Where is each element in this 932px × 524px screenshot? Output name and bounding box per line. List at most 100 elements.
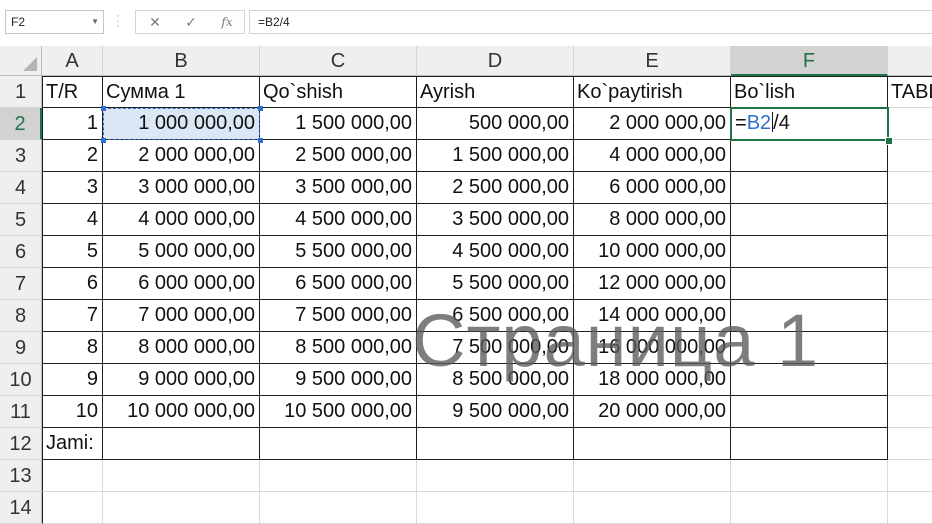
row-header-12[interactable]: 12 xyxy=(0,428,42,460)
cell-g13[interactable] xyxy=(888,460,932,492)
cell-d5[interactable]: 3 500 000,00 xyxy=(417,204,574,236)
cell-f6[interactable] xyxy=(731,236,888,268)
cell-a4[interactable]: 3 xyxy=(42,172,103,204)
cell-d4[interactable]: 2 500 000,00 xyxy=(417,172,574,204)
cell-e1[interactable]: Ko`paytirish xyxy=(574,76,731,108)
fx-icon[interactable]: fx xyxy=(212,11,242,33)
reference-handle[interactable] xyxy=(101,106,106,111)
cell-d8[interactable]: 6 500 000,00 xyxy=(417,300,574,332)
cell-b7[interactable]: 6 000 000,00 xyxy=(103,268,260,300)
cell-f12[interactable] xyxy=(731,428,888,460)
row-header-2[interactable]: 2 xyxy=(0,108,42,140)
cell-a3[interactable]: 2 xyxy=(42,140,103,172)
cell-g8[interactable] xyxy=(888,300,932,332)
column-header-c[interactable]: C xyxy=(260,46,417,76)
cell-g4[interactable] xyxy=(888,172,932,204)
cell-a13[interactable] xyxy=(42,460,103,492)
cell-d13[interactable] xyxy=(417,460,574,492)
cell-f5[interactable] xyxy=(731,204,888,236)
cell-g5[interactable] xyxy=(888,204,932,236)
chevron-down-icon[interactable]: ▼ xyxy=(91,11,99,33)
column-header-f[interactable]: F xyxy=(731,46,888,76)
cell-e11[interactable]: 20 000 000,00 xyxy=(574,396,731,428)
cell-f11[interactable] xyxy=(731,396,888,428)
cell-d2[interactable]: 500 000,00 xyxy=(417,108,574,140)
cell-d14[interactable] xyxy=(417,492,574,524)
column-header-e[interactable]: E xyxy=(574,46,731,76)
row-header-5[interactable]: 5 xyxy=(0,204,42,236)
reference-handle[interactable] xyxy=(258,106,263,111)
cell-b11[interactable]: 10 000 000,00 xyxy=(103,396,260,428)
row-header-14[interactable]: 14 xyxy=(0,492,42,524)
cell-g10[interactable] xyxy=(888,364,932,396)
cell-d12[interactable] xyxy=(417,428,574,460)
cell-f8[interactable] xyxy=(731,300,888,332)
cell-d10[interactable]: 8 500 000,00 xyxy=(417,364,574,396)
cell-c3[interactable]: 2 500 000,00 xyxy=(260,140,417,172)
cell-f3[interactable] xyxy=(731,140,888,172)
fill-handle[interactable] xyxy=(885,137,893,145)
cell-d9[interactable]: 7 500 000,00 xyxy=(417,332,574,364)
cell-b9[interactable]: 8 000 000,00 xyxy=(103,332,260,364)
cell-a9[interactable]: 8 xyxy=(42,332,103,364)
cell-a1[interactable]: T/R xyxy=(42,76,103,108)
column-header-d[interactable]: D xyxy=(417,46,574,76)
cell-c13[interactable] xyxy=(260,460,417,492)
cell-b14[interactable] xyxy=(103,492,260,524)
cell-a8[interactable]: 7 xyxy=(42,300,103,332)
cell-g12[interactable] xyxy=(888,428,932,460)
row-header-8[interactable]: 8 xyxy=(0,300,42,332)
column-header-b[interactable]: B xyxy=(103,46,260,76)
cell-e7[interactable]: 12 000 000,00 xyxy=(574,268,731,300)
cell-c11[interactable]: 10 500 000,00 xyxy=(260,396,417,428)
cell-c4[interactable]: 3 500 000,00 xyxy=(260,172,417,204)
row-header-1[interactable]: 1 xyxy=(0,76,42,108)
reference-handle[interactable] xyxy=(101,138,106,143)
check-icon[interactable]: ✓ xyxy=(176,11,206,33)
cell-f4[interactable] xyxy=(731,172,888,204)
cell-f2[interactable] xyxy=(731,108,888,140)
cell-g11[interactable] xyxy=(888,396,932,428)
cell-b12[interactable] xyxy=(103,428,260,460)
cell-e5[interactable]: 8 000 000,00 xyxy=(574,204,731,236)
cell-e13[interactable] xyxy=(574,460,731,492)
row-header-13[interactable]: 13 xyxy=(0,460,42,492)
row-header-11[interactable]: 11 xyxy=(0,396,42,428)
column-header-g[interactable] xyxy=(888,46,932,76)
cell-b6[interactable]: 5 000 000,00 xyxy=(103,236,260,268)
drag-handle-icon[interactable]: · · · xyxy=(116,11,120,32)
cell-g2[interactable] xyxy=(888,108,932,140)
cell-f10[interactable] xyxy=(731,364,888,396)
row-header-6[interactable]: 6 xyxy=(0,236,42,268)
cell-b10[interactable]: 9 000 000,00 xyxy=(103,364,260,396)
cancel-icon[interactable]: ✕ xyxy=(140,11,170,33)
cell-a10[interactable]: 9 xyxy=(42,364,103,396)
cell-d1[interactable]: Ayrish xyxy=(417,76,574,108)
reference-handle[interactable] xyxy=(258,138,263,143)
cell-b5[interactable]: 4 000 000,00 xyxy=(103,204,260,236)
cell-a14[interactable] xyxy=(42,492,103,524)
cell-e14[interactable] xyxy=(574,492,731,524)
cell-c8[interactable]: 7 500 000,00 xyxy=(260,300,417,332)
row-header-3[interactable]: 3 xyxy=(0,140,42,172)
cell-b2[interactable]: 1 000 000,00 xyxy=(103,108,260,140)
cell-e6[interactable]: 10 000 000,00 xyxy=(574,236,731,268)
row-header-10[interactable]: 10 xyxy=(0,364,42,396)
cell-g6[interactable] xyxy=(888,236,932,268)
row-header-9[interactable]: 9 xyxy=(0,332,42,364)
cell-e8[interactable]: 14 000 000,00 xyxy=(574,300,731,332)
cell-d11[interactable]: 9 500 000,00 xyxy=(417,396,574,428)
cell-a12[interactable]: Jami: xyxy=(42,428,103,460)
cell-c6[interactable]: 5 500 000,00 xyxy=(260,236,417,268)
cell-a11[interactable]: 10 xyxy=(42,396,103,428)
cell-a5[interactable]: 4 xyxy=(42,204,103,236)
row-header-4[interactable]: 4 xyxy=(0,172,42,204)
cell-e2[interactable]: 2 000 000,00 xyxy=(574,108,731,140)
cell-b3[interactable]: 2 000 000,00 xyxy=(103,140,260,172)
cell-a6[interactable]: 5 xyxy=(42,236,103,268)
name-box[interactable]: F2 ▼ xyxy=(5,10,104,34)
cell-d3[interactable]: 1 500 000,00 xyxy=(417,140,574,172)
cell-d6[interactable]: 4 500 000,00 xyxy=(417,236,574,268)
cell-e12[interactable] xyxy=(574,428,731,460)
column-header-a[interactable]: A xyxy=(42,46,103,76)
